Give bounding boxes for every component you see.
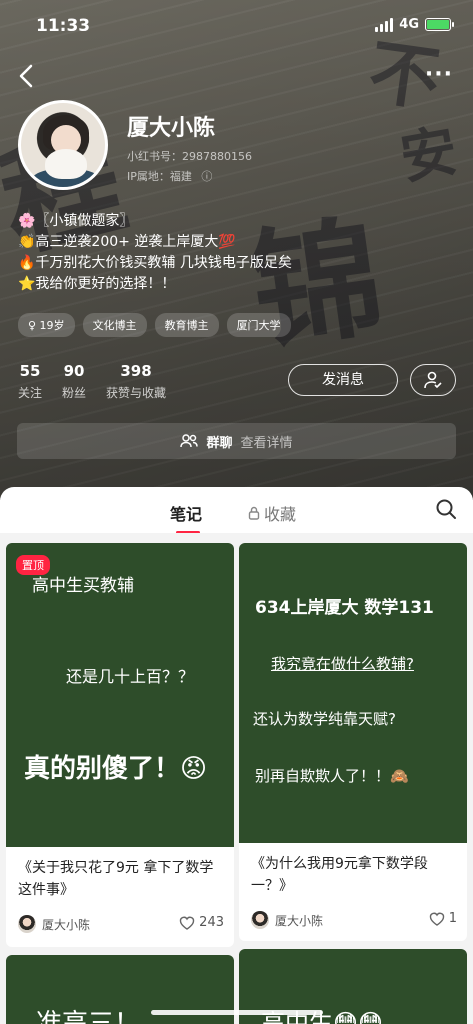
stat-following[interactable]: 55 关注 <box>18 362 42 401</box>
bio-line: ⭐我给你更好的选择！！ <box>18 276 176 292</box>
note-title: 《关于我只花了9元 拿下了数学这件事》 <box>18 860 214 898</box>
home-indicator <box>151 1010 323 1015</box>
author-avatar <box>251 911 269 929</box>
bio-line: 🌸〖小镇做题家〗 <box>18 213 134 229</box>
bio-line: 🔥千万别花大价钱买教辅 几块钱电子版足矣 <box>18 255 292 271</box>
search-icon[interactable] <box>435 498 457 524</box>
profile-tags: ♀ 19岁 文化博主 教育博主 厦门大学 <box>18 313 291 337</box>
heart-icon <box>179 916 195 930</box>
group-chat-label: 群聊 <box>206 435 233 451</box>
content-tabs: 笔记 收藏 <box>0 487 473 534</box>
cover-text: 别再自欺欺人了！！🙈 <box>255 767 409 785</box>
cover-text: 还认为数学纯靠天赋? <box>253 710 396 728</box>
cover-text: 准高三！ <box>36 1009 141 1024</box>
profile-ip-location: IP属地：福建 ⓘ <box>127 170 213 183</box>
group-chat-bar[interactable]: 群聊 查看详情 <box>17 423 456 459</box>
cover-text: 我究竟在做什么教辅? <box>271 655 414 673</box>
avatar[interactable] <box>18 100 108 190</box>
cover-text: 高中生买教辅 <box>32 576 134 596</box>
stat-likes-and-saves[interactable]: 398 获赞与收藏 <box>106 362 166 401</box>
note-author[interactable]: 厦大小陈 <box>18 915 90 933</box>
follow-button[interactable] <box>410 364 456 396</box>
status-bar: 11:33 4G <box>0 14 473 38</box>
tag-age: ♀ 19岁 <box>18 313 75 337</box>
heart-icon <box>429 912 444 926</box>
user-check-icon <box>424 371 442 389</box>
bio-line: 👏高三逆袭200+ 逆袭上岸厦大💯 <box>18 234 236 250</box>
like-button[interactable]: 243 <box>179 915 224 930</box>
notes-grid: 置顶 高中生买教辅 还是几十上百？？ 真的别傻了！😡 《关于我只花了9元 拿下了… <box>0 533 473 1024</box>
tag-culture-blogger: 文化博主 <box>82 313 147 337</box>
note-title: 《为什么我用9元拿下数学段一？》 <box>251 856 428 894</box>
lock-icon <box>248 506 260 520</box>
group-icon <box>180 434 199 448</box>
info-icon[interactable]: ⓘ <box>201 170 212 183</box>
cover-text: 634上岸厦大 数学131 <box>255 598 434 618</box>
like-button[interactable]: 1 <box>429 911 457 926</box>
profile-id[interactable]: 小红书号：2987880156 <box>127 148 252 164</box>
battery-icon <box>425 18 454 31</box>
note-cover: 634上岸厦大 数学131 我究竟在做什么教辅? 还认为数学纯靠天赋? 别再自欺… <box>239 543 467 843</box>
profile-stats: 55 关注 90 粉丝 398 获赞与收藏 <box>18 362 166 401</box>
note-author[interactable]: 厦大小陈 <box>251 911 323 929</box>
send-message-button[interactable]: 发消息 <box>288 364 398 396</box>
cover-text: 真的别傻了！😡 <box>24 754 208 784</box>
tab-notes[interactable]: 笔记 <box>170 501 202 534</box>
network-label: 4G <box>399 17 419 32</box>
stat-followers[interactable]: 90 粉丝 <box>62 362 86 401</box>
tag-education-blogger: 教育博主 <box>154 313 219 337</box>
tag-university: 厦门大学 <box>226 313 291 337</box>
note-card[interactable]: 置顶 高中生买教辅 还是几十上百？？ 真的别傻了！😡 《关于我只花了9元 拿下了… <box>6 543 234 947</box>
like-count: 1 <box>448 911 457 926</box>
like-count: 243 <box>199 915 224 930</box>
back-icon[interactable] <box>18 64 40 94</box>
note-cover: 置顶 高中生买教辅 还是几十上百？？ 真的别傻了！😡 <box>6 543 234 847</box>
note-card[interactable]: 634上岸厦大 数学131 我究竟在做什么教辅? 还认为数学纯靠天赋? 别再自欺… <box>239 543 467 941</box>
group-chat-details: 查看详情 <box>240 435 293 451</box>
author-avatar <box>18 915 36 933</box>
signal-icon <box>375 17 394 32</box>
status-time: 11:33 <box>36 16 91 36</box>
profile-name: 厦大小陈 <box>127 116 216 141</box>
tab-favorites[interactable]: 收藏 <box>248 501 296 525</box>
cover-text: 还是几十上百？？ <box>66 667 195 686</box>
profile-bio: 🌸〖小镇做题家〗 👏高三逆袭200+ 逆袭上岸厦大💯 🔥千万别花大价钱买教辅 几… <box>18 211 292 295</box>
more-options-icon[interactable]: ··· <box>425 62 453 87</box>
